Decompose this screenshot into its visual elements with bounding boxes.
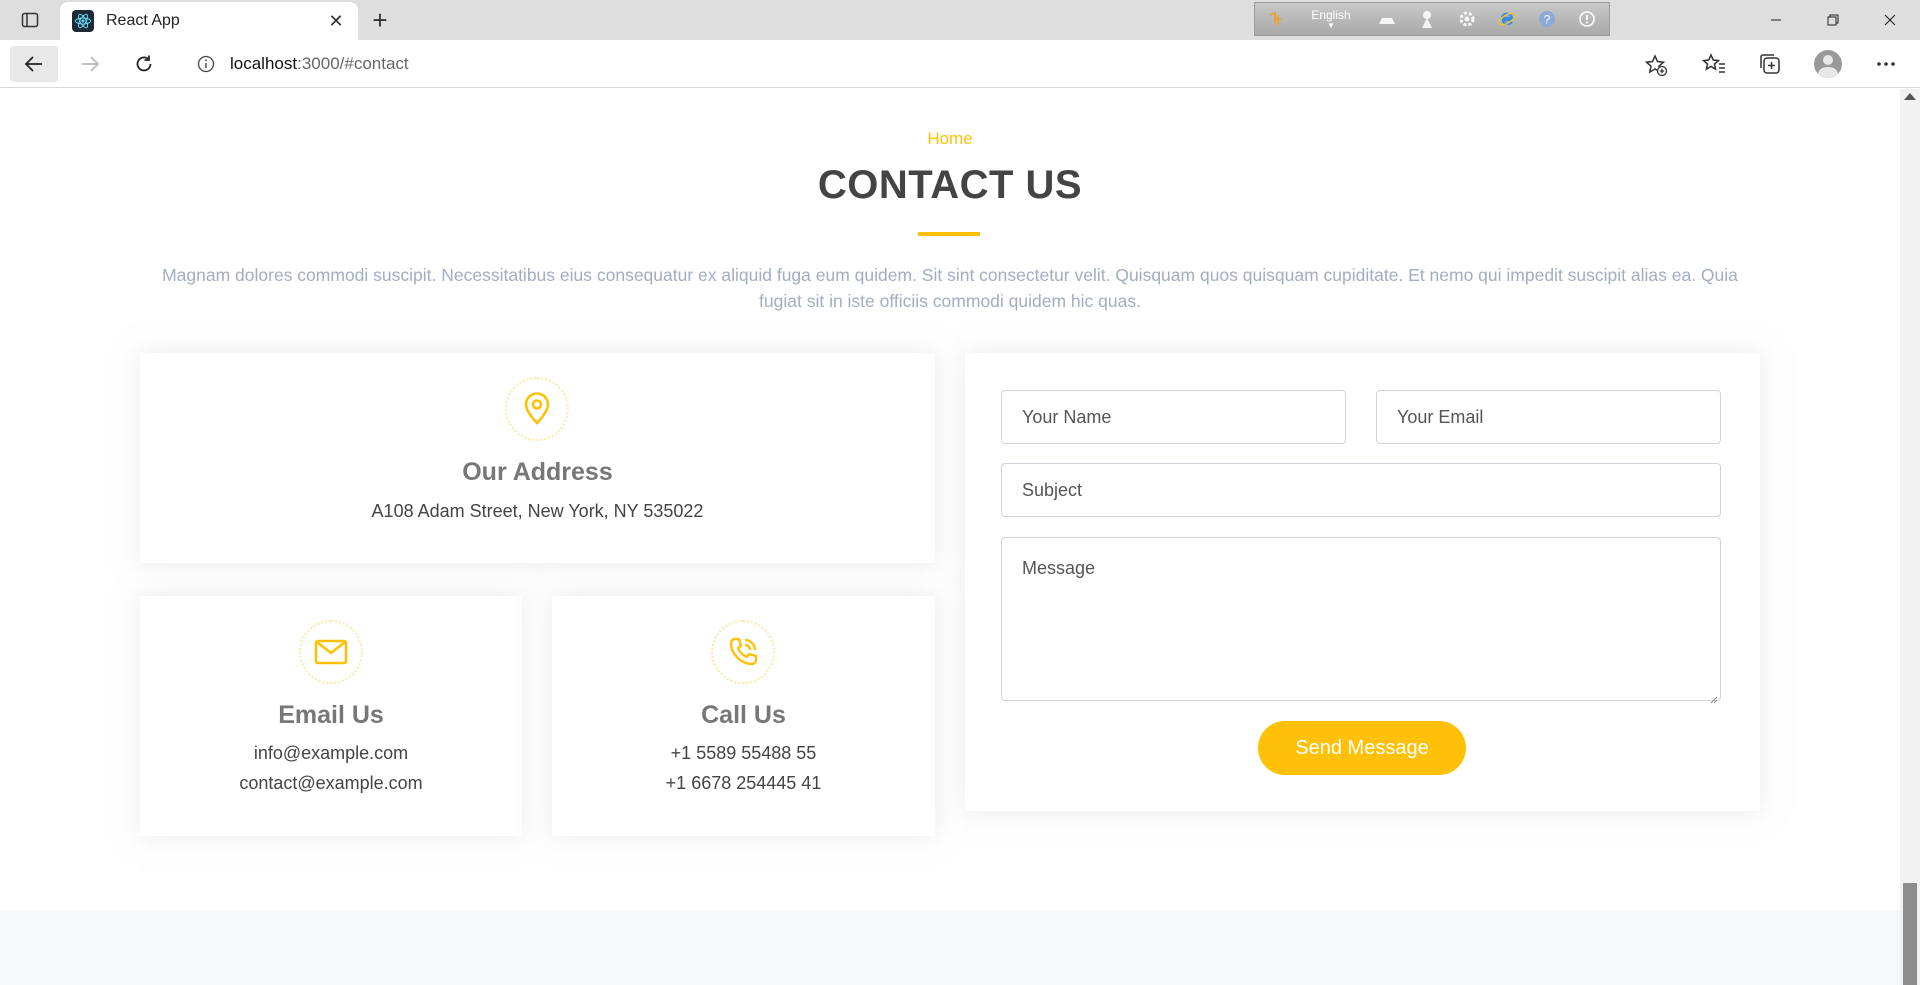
resize-handle-icon[interactable] [1708, 688, 1718, 704]
message-placeholder: Message [1022, 558, 1096, 578]
react-favicon-icon [72, 10, 94, 32]
ie-icon[interactable] [1487, 2, 1527, 36]
address-card: Our Address A108 Adam Street, New York, … [140, 353, 935, 563]
address-bar: localhost:3000/#contact [0, 40, 1920, 88]
keyboard-icon[interactable] [1367, 2, 1407, 36]
language-select[interactable]: English ▼ [1295, 2, 1367, 36]
send-message-button[interactable]: Send Message [1258, 721, 1466, 775]
envelope-icon [299, 620, 363, 684]
phone-call-icon [711, 620, 775, 684]
email-line-2: contact@example.com [239, 773, 423, 793]
call-card: Call Us +1 5589 55488 55 +1 6678 254445 … [552, 596, 935, 836]
tab-title: React App [106, 12, 180, 29]
email-heading: Email Us [278, 701, 384, 729]
site-info-icon[interactable] [196, 54, 216, 74]
tab-actions-icon[interactable] [16, 8, 44, 32]
avatar-icon [1814, 50, 1842, 78]
more-menu-icon[interactable] [1872, 50, 1900, 78]
page-scrollbar[interactable] [1900, 89, 1920, 985]
minimize-icon[interactable] [1748, 0, 1804, 40]
close-window-icon[interactable] [1862, 0, 1918, 40]
mascot-icon[interactable] [1407, 2, 1447, 36]
extension-toolbar: English ▼ ? [1254, 2, 1610, 36]
language-label: English [1311, 8, 1351, 22]
call-heading: Call Us [701, 701, 786, 729]
name-field[interactable]: Your Name [1001, 390, 1346, 444]
name-placeholder: Your Name [1022, 406, 1112, 427]
scroll-thumb[interactable] [1903, 883, 1917, 985]
help-icon[interactable]: ? [1527, 2, 1567, 36]
ime-icon[interactable] [1255, 2, 1295, 36]
svg-text:?: ? [1544, 13, 1551, 27]
subject-field[interactable]: Subject [1001, 463, 1721, 517]
url-field[interactable]: localhost:3000/#contact [180, 45, 1680, 83]
email-placeholder: Your Email [1397, 406, 1484, 427]
contact-form: Your Name Your Email Subject Message Sen… [965, 353, 1760, 811]
scroll-up-icon[interactable] [1904, 93, 1916, 100]
page-title: CONTACT US [817, 163, 1083, 207]
close-tab-icon[interactable]: ✕ [326, 11, 346, 31]
address-heading: Our Address [462, 458, 613, 486]
add-favorite-icon[interactable] [1644, 53, 1668, 77]
url-path: :3000/#contact [297, 54, 409, 73]
email-card: Email Us info@example.com contact@exampl… [140, 596, 522, 836]
address-line: A108 Adam Street, New York, NY 535022 [371, 501, 704, 521]
restore-icon[interactable] [1805, 0, 1861, 40]
title-underline [918, 232, 980, 236]
intro-text: Magnam dolores commodi suscipit. Necessi… [162, 265, 1738, 311]
email-field[interactable]: Your Email [1376, 390, 1721, 444]
chevron-down-icon: ▼ [1327, 21, 1335, 30]
info-icon[interactable] [1567, 2, 1607, 36]
collections-icon[interactable] [1756, 50, 1784, 78]
phone-line-2: +1 6678 254445 41 [665, 773, 822, 793]
favorites-icon[interactable] [1700, 50, 1728, 78]
breadcrumb-home-link[interactable]: Home [0, 129, 1900, 149]
tab-strip: React App ✕ + English ▼ ? [0, 0, 1920, 40]
url-host: localhost [230, 54, 298, 73]
reload-icon[interactable] [120, 46, 168, 82]
back-icon[interactable] [10, 46, 58, 82]
footer-band [0, 911, 1900, 985]
phone-line-1: +1 5589 55488 55 [670, 743, 817, 763]
page-viewport: Home CONTACT US Magnam dolores commodi s… [0, 89, 1900, 985]
email-line-1: info@example.com [253, 743, 409, 763]
browser-tab[interactable]: React App ✕ [60, 2, 358, 40]
subject-placeholder: Subject [1022, 479, 1083, 500]
message-field[interactable]: Message [1001, 537, 1721, 704]
forward-icon[interactable] [66, 46, 114, 82]
profile-avatar[interactable] [1814, 50, 1842, 78]
map-pin-icon [505, 377, 569, 441]
new-tab-icon[interactable]: + [366, 5, 394, 35]
gear-icon[interactable] [1447, 2, 1487, 36]
